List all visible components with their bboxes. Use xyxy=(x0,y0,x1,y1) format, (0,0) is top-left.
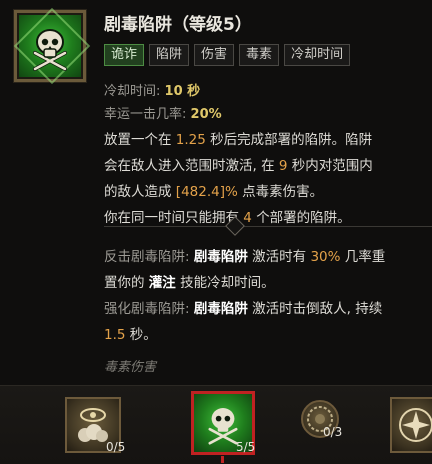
arm-delay-value: 1.25 xyxy=(175,132,206,148)
skill-tooltip: 剧毒陷阱（等级5） 诡诈 陷阱 伤害 毒素 冷却时间 冷却时间: 10 秒 幸运… xyxy=(0,0,432,385)
poison-trap-skill-icon xyxy=(13,7,91,85)
desc-text: 的敌人造成 xyxy=(104,184,172,200)
rank-counter: 0/3 xyxy=(323,425,343,439)
cooldown-value: 10 秒 xyxy=(164,84,201,99)
skill-tags: 诡诈 陷阱 伤害 毒素 冷却时间 xyxy=(104,44,351,66)
desc-text: 秒内对范围内 xyxy=(291,158,373,174)
modifier-label: 强化剧毒陷阱: xyxy=(104,301,190,317)
tag-cunning: 诡诈 xyxy=(104,44,145,66)
mod-text: 激活时击倒敌人, 持续 xyxy=(252,301,383,317)
mod-text: 技能冷却时间。 xyxy=(180,275,275,291)
damage-type-footer: 毒素伤害 xyxy=(104,360,157,375)
shuriken-icon xyxy=(399,408,432,442)
rank-counter: 5/5 xyxy=(236,440,256,454)
tag-poison: 毒素 xyxy=(239,44,280,66)
duration-value: 9 xyxy=(278,158,288,174)
desc-text: 个部署的陷阱。 xyxy=(256,210,351,226)
mod-line: 强化剧毒陷阱: 剧毒陷阱 激活时击倒敌人, 持续 xyxy=(104,296,430,322)
skill-title: 剧毒陷阱（等级5） xyxy=(104,15,252,35)
rank-counter: 0/5 xyxy=(106,440,126,454)
mod-line: 1.5 秒。 xyxy=(104,322,430,348)
desc-text: 放置一个在 xyxy=(104,132,172,148)
lucky-hit-label: 幸运一击几率: xyxy=(104,107,187,122)
skill-description: 放置一个在 1.25 秒后完成部署的陷阱。陷阱 会在敌人进入范围时激活, 在 9… xyxy=(104,127,422,231)
mod-line: 反击剧毒陷阱: 剧毒陷阱 激活时有 30% 几率重 xyxy=(104,244,430,270)
mod-text: 几率重 xyxy=(344,249,386,265)
reset-chance-value: 30% xyxy=(310,249,341,265)
desc-line: 会在敌人进入范围时激活, 在 9 秒内对范围内 xyxy=(104,153,422,179)
damage-value: [482.4]% xyxy=(175,184,238,200)
mod-text: 置你的 xyxy=(104,275,145,291)
selection-connector xyxy=(221,456,224,463)
desc-text: 你在同一时间只能拥有 xyxy=(104,210,239,226)
modifier-countering: 反击剧毒陷阱: 剧毒陷阱 激活时有 30% 几率重 置你的 灌注 技能冷却时间。 xyxy=(104,244,430,296)
desc-line: 的敌人造成 [482.4]% 点毒素伤害。 xyxy=(104,179,422,205)
desc-line: 你在同一时间只能拥有 4 个部署的陷阱。 xyxy=(104,205,422,231)
modifier-label: 反击剧毒陷阱: xyxy=(104,249,190,265)
lucky-hit-stat: 幸运一击几率: 20% xyxy=(104,103,222,122)
desc-text: 秒后完成部署的陷阱。陷阱 xyxy=(210,132,373,148)
tag-cooldown: 冷却时间 xyxy=(284,44,351,66)
mod-line: 置你的 灌注 技能冷却时间。 xyxy=(104,270,430,296)
tag-damage: 伤害 xyxy=(194,44,235,66)
skull-crossbones-icon xyxy=(33,29,67,71)
cooldown-stat: 冷却时间: 10 秒 xyxy=(104,80,200,99)
cooldown-label: 冷却时间: xyxy=(104,84,161,99)
trap-count-value: 4 xyxy=(243,210,252,226)
imbue-skill-name: 灌注 xyxy=(148,275,176,291)
lucky-hit-value: 20% xyxy=(190,107,222,122)
knockdown-duration-value: 1.5 xyxy=(104,327,126,343)
skill-node-shuriken[interactable] xyxy=(390,397,432,453)
modifier-enhanced: 强化剧毒陷阱: 剧毒陷阱 激活时击倒敌人, 持续 1.5 秒。 xyxy=(104,296,430,348)
desc-text: 会在敌人进入范围时激活, 在 xyxy=(104,158,275,174)
desc-text: 点毒素伤害。 xyxy=(242,184,324,200)
mod-text: 秒。 xyxy=(129,327,157,343)
tag-trap: 陷阱 xyxy=(149,44,190,66)
modifier-skill-name: 剧毒陷阱 xyxy=(193,301,248,317)
section-divider xyxy=(104,216,432,236)
desc-line: 放置一个在 1.25 秒后完成部署的陷阱。陷阱 xyxy=(104,127,422,153)
modifier-skill-name: 剧毒陷阱 xyxy=(193,249,248,265)
mod-text: 激活时有 xyxy=(252,249,307,265)
